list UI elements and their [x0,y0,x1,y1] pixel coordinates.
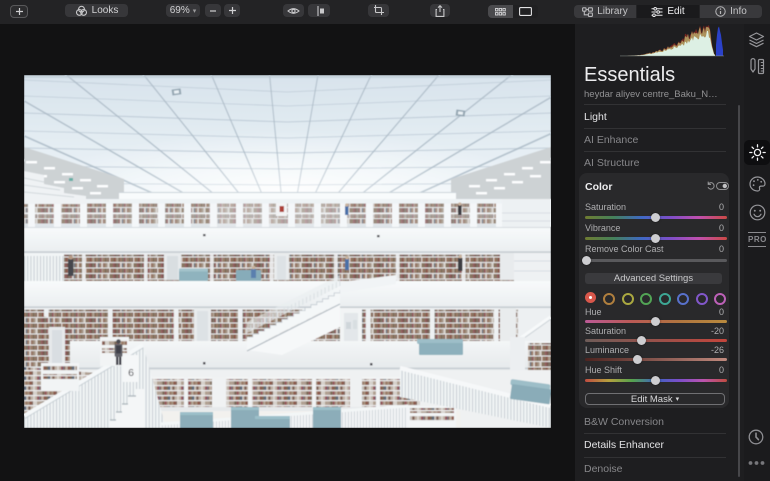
svg-text:6: 6 [128,367,134,379]
